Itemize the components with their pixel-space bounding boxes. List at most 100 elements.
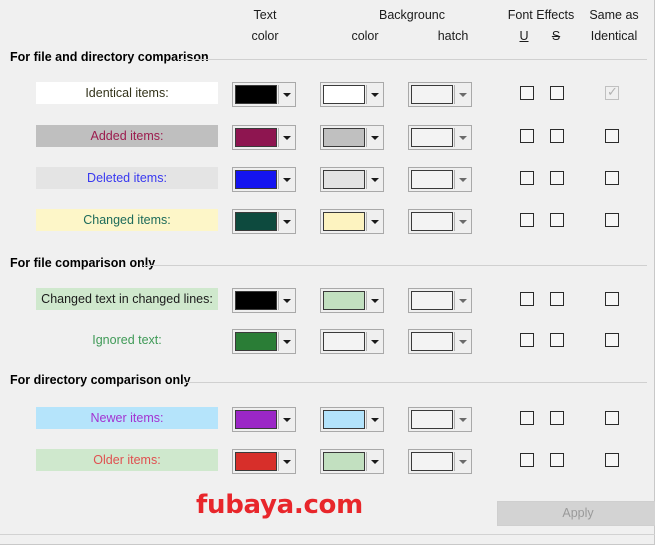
same-as-identical-checkbox[interactable] (605, 292, 619, 306)
chevron-down-icon[interactable] (456, 170, 469, 189)
strikeout-checkbox[interactable] (550, 86, 564, 100)
same-as-identical-checkbox[interactable] (605, 129, 619, 143)
header-background-color: color (351, 29, 379, 43)
background-color-picker[interactable] (320, 82, 384, 107)
underline-checkbox[interactable] (520, 411, 534, 425)
background-hatch-picker-swatch (411, 410, 453, 429)
chevron-down-icon[interactable] (368, 128, 381, 147)
section-title: For file and directory comparison (10, 50, 209, 64)
background-hatch-picker[interactable] (408, 209, 472, 234)
chevron-down-icon[interactable] (456, 291, 469, 310)
underline-checkbox[interactable] (520, 86, 534, 100)
chevron-down-icon[interactable] (280, 291, 293, 310)
background-hatch-picker[interactable] (408, 329, 472, 354)
underline-checkbox[interactable] (520, 129, 534, 143)
combo-separator (366, 170, 367, 189)
text-color-picker[interactable] (232, 329, 296, 354)
text-color-picker[interactable] (232, 288, 296, 313)
header-same-as-line2: Identical (590, 29, 638, 43)
background-hatch-picker-swatch (411, 452, 453, 471)
chevron-down-icon[interactable] (280, 212, 293, 231)
chevron-down-icon[interactable] (280, 170, 293, 189)
combo-separator (278, 410, 279, 429)
strikeout-checkbox[interactable] (550, 333, 564, 347)
chevron-down-icon[interactable] (280, 332, 293, 351)
color-setting-row: Changed items: (0, 209, 655, 239)
strikeout-checkbox[interactable] (550, 171, 564, 185)
chevron-down-icon[interactable] (456, 452, 469, 471)
chevron-down-icon[interactable] (456, 85, 469, 104)
same-as-identical-checkbox[interactable] (605, 213, 619, 227)
background-color-picker[interactable] (320, 329, 384, 354)
chevron-down-icon[interactable] (368, 212, 381, 231)
chevron-down-icon[interactable] (368, 85, 381, 104)
background-hatch-picker-swatch (411, 332, 453, 351)
chevron-down-glyph (458, 219, 467, 224)
background-color-picker[interactable] (320, 167, 384, 192)
background-color-picker[interactable] (320, 125, 384, 150)
chevron-down-icon[interactable] (280, 452, 293, 471)
same-as-identical-checkbox[interactable] (605, 411, 619, 425)
chevron-down-icon[interactable] (368, 332, 381, 351)
chevron-down-glyph (370, 135, 379, 140)
combo-separator (454, 170, 455, 189)
color-setting-row: Newer items: (0, 407, 655, 437)
background-color-picker[interactable] (320, 407, 384, 432)
check-icon: ✓ (607, 84, 618, 99)
text-color-picker-swatch (235, 212, 277, 231)
text-color-picker[interactable] (232, 167, 296, 192)
strikeout-checkbox[interactable] (550, 411, 564, 425)
combo-separator (366, 332, 367, 351)
underline-checkbox[interactable] (520, 333, 534, 347)
background-color-picker-swatch (323, 212, 365, 231)
combo-separator (454, 291, 455, 310)
combo-separator (278, 452, 279, 471)
chevron-down-icon[interactable] (368, 170, 381, 189)
text-color-picker[interactable] (232, 82, 296, 107)
chevron-down-icon[interactable] (456, 128, 469, 147)
apply-button[interactable]: Apply (497, 501, 655, 526)
chevron-down-icon[interactable] (280, 410, 293, 429)
combo-separator (278, 85, 279, 104)
background-color-picker[interactable] (320, 209, 384, 234)
background-hatch-picker[interactable] (408, 167, 472, 192)
background-color-picker[interactable] (320, 449, 384, 474)
chevron-down-icon[interactable] (368, 291, 381, 310)
strikeout-checkbox[interactable] (550, 129, 564, 143)
strikeout-checkbox[interactable] (550, 292, 564, 306)
chevron-down-icon[interactable] (456, 410, 469, 429)
chevron-down-icon[interactable] (280, 128, 293, 147)
section-header: For directory comparison only (0, 373, 655, 393)
underline-checkbox[interactable] (520, 292, 534, 306)
strikeout-checkbox[interactable] (550, 213, 564, 227)
underline-checkbox[interactable] (520, 171, 534, 185)
section-rule (183, 382, 647, 383)
text-color-picker-swatch (235, 170, 277, 189)
text-color-picker[interactable] (232, 407, 296, 432)
chevron-down-icon[interactable] (368, 410, 381, 429)
chevron-down-icon[interactable] (280, 85, 293, 104)
background-hatch-picker[interactable] (408, 82, 472, 107)
same-as-identical-checkbox[interactable] (605, 171, 619, 185)
underline-checkbox[interactable] (520, 453, 534, 467)
same-as-identical-checkbox[interactable] (605, 333, 619, 347)
chevron-down-icon[interactable] (368, 452, 381, 471)
header-strikeout: S (551, 29, 561, 43)
text-color-picker[interactable] (232, 449, 296, 474)
background-hatch-picker[interactable] (408, 288, 472, 313)
background-hatch-picker[interactable] (408, 125, 472, 150)
background-color-picker[interactable] (320, 288, 384, 313)
chevron-down-icon[interactable] (456, 332, 469, 351)
chevron-down-icon[interactable] (456, 212, 469, 231)
chevron-down-glyph (370, 298, 379, 303)
combo-separator (278, 128, 279, 147)
same-as-identical-checkbox[interactable] (605, 453, 619, 467)
background-hatch-picker[interactable] (408, 407, 472, 432)
combo-separator (454, 212, 455, 231)
underline-checkbox[interactable] (520, 213, 534, 227)
text-color-picker[interactable] (232, 125, 296, 150)
background-hatch-picker[interactable] (408, 449, 472, 474)
sample-label: Newer items: (36, 407, 218, 429)
strikeout-checkbox[interactable] (550, 453, 564, 467)
text-color-picker[interactable] (232, 209, 296, 234)
